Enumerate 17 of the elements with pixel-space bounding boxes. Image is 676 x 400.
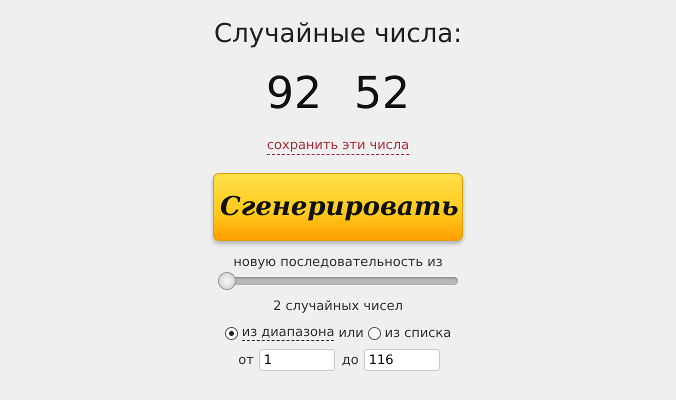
random-number: 92	[266, 68, 322, 120]
radio-label[interactable]: из диапазона	[242, 325, 334, 341]
radio-circle[interactable]	[224, 326, 238, 340]
sequence-label: новую последовательность из	[233, 255, 443, 271]
page-title: Случайные числа:	[214, 18, 462, 51]
from-input-field[interactable]: 1	[258, 349, 335, 371]
save-numbers-link[interactable]: сохранить эти числа	[266, 138, 410, 155]
to-label: до	[342, 352, 359, 368]
separator-text: или	[338, 326, 364, 340]
generate-button[interactable]: Сгенерировать	[213, 173, 463, 241]
radio-label[interactable]: из списка	[384, 326, 452, 340]
from-label: от	[238, 352, 254, 368]
count-label: 2 случайных чисел	[273, 299, 403, 315]
random-number: 52	[354, 68, 410, 120]
to-input-field[interactable]: 116	[364, 349, 440, 371]
slider-thumb[interactable]	[218, 272, 236, 290]
radio-circle[interactable]	[368, 326, 381, 340]
